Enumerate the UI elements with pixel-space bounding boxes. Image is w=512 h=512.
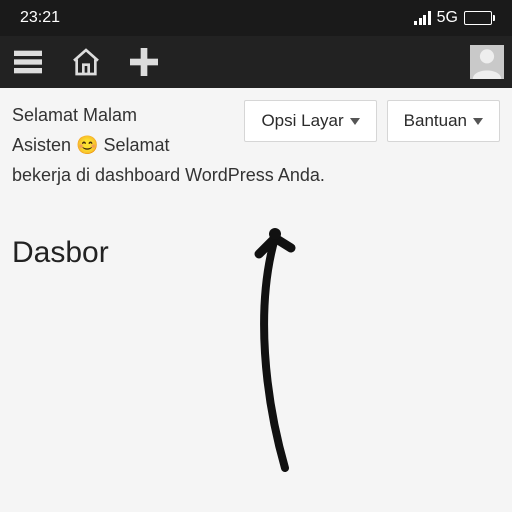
screen-options-button[interactable]: Opsi Layar xyxy=(244,100,376,142)
greeting-line1: Selamat Malam xyxy=(12,100,170,130)
status-right: 5G xyxy=(414,9,492,27)
chevron-down-icon xyxy=(350,118,360,125)
user-avatar[interactable] xyxy=(470,45,504,79)
menu-icon[interactable] xyxy=(8,42,48,82)
status-bar: 23:21 5G xyxy=(0,0,512,36)
wp-admin-bar xyxy=(0,36,512,88)
smile-emoji: 😊 xyxy=(76,135,98,155)
dashboard-content: Selamat Malam Asisten 😊 Selamat Opsi Lay… xyxy=(0,88,512,512)
status-time: 23:21 xyxy=(20,9,60,27)
network-label: 5G xyxy=(437,9,458,27)
signal-icon xyxy=(414,11,431,25)
plus-icon[interactable] xyxy=(124,42,164,82)
home-icon[interactable] xyxy=(66,42,106,82)
chevron-down-icon xyxy=(473,118,483,125)
battery-icon xyxy=(464,11,492,25)
help-button[interactable]: Bantuan xyxy=(387,100,500,142)
greeting-line3: bekerja di dashboard WordPress Anda. xyxy=(12,162,500,190)
page-title: Dasbor xyxy=(12,236,500,270)
greeting-line2: Asisten 😊 Selamat xyxy=(12,130,170,160)
